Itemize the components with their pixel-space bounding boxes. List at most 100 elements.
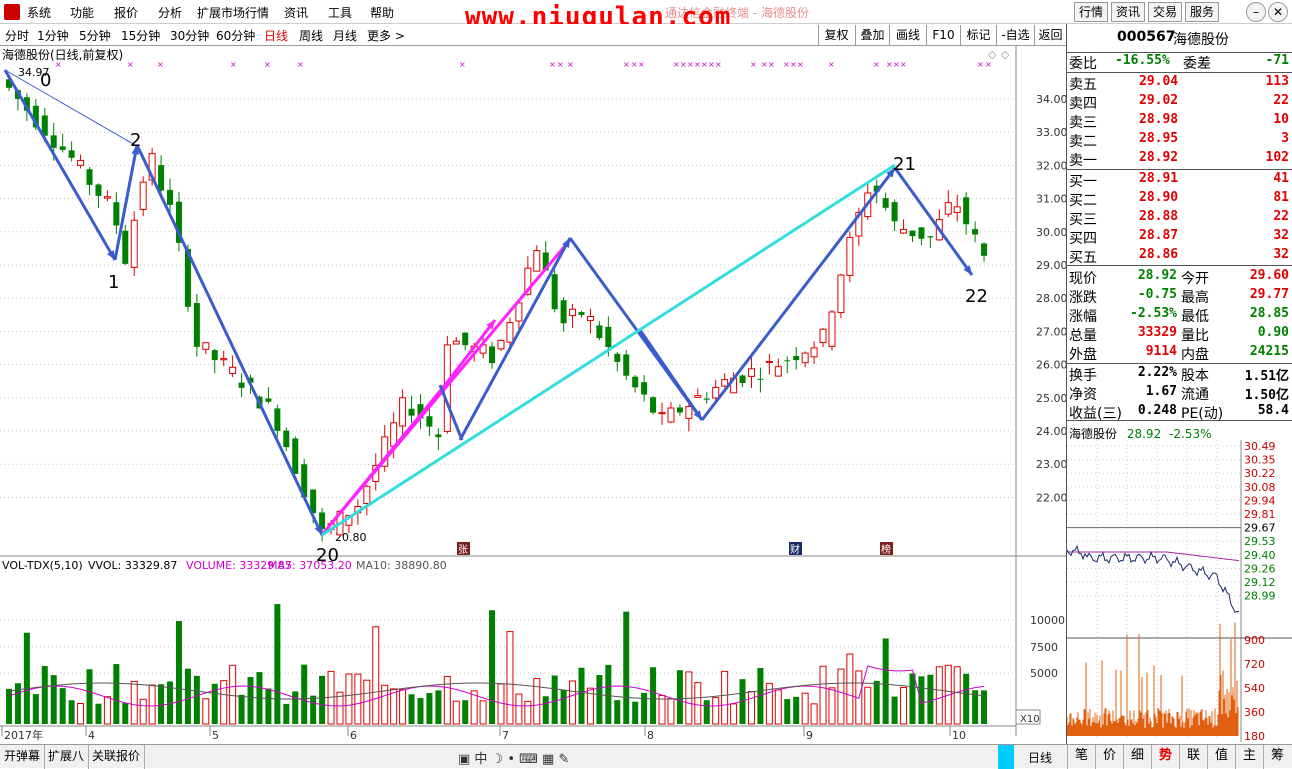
vol-bar-down	[560, 689, 567, 724]
right-tab-1[interactable]: 价	[1095, 745, 1123, 769]
vol-bar-up	[667, 698, 675, 725]
right-tab-0[interactable]: 笔	[1067, 745, 1095, 769]
day-button[interactable]: 日线	[1028, 749, 1052, 766]
period-button-4[interactable]: 标记	[960, 25, 996, 45]
period-6[interactable]: 日线	[264, 27, 288, 44]
signal-marker: ×	[977, 60, 984, 69]
menu-item-4[interactable]: 扩展市场行情	[197, 4, 269, 21]
vol-bar-down	[23, 632, 30, 724]
candle-down	[560, 300, 567, 324]
stat-value: 28.92	[1137, 268, 1177, 283]
menu-item-0[interactable]: 系统	[27, 4, 51, 21]
signal-marker: ×	[567, 60, 574, 69]
vol-legend-ma10: MA10: 38890.80	[356, 559, 447, 572]
stat2-label: 流通	[1181, 387, 1209, 403]
buy-row-2: 买三 28.88 22	[1067, 208, 1292, 228]
wave-label-21: 21	[893, 154, 916, 175]
menu-item-3[interactable]: 分析	[158, 4, 182, 21]
buy-row-4-label: 买五	[1069, 250, 1097, 266]
candle-down	[167, 189, 174, 205]
right-tab-3[interactable]: 势	[1151, 745, 1179, 769]
mini-price-tick: 30.35	[1244, 454, 1276, 467]
signal-marker: ×	[549, 60, 556, 69]
buy-row-0-price: 28.91	[1139, 171, 1179, 186]
price-tick: 34.00	[1036, 93, 1066, 106]
signal-marker: ×	[297, 60, 304, 69]
event-marker[interactable]: 榜	[881, 543, 891, 556]
vol-bar-down	[68, 700, 75, 724]
price-tick: 23.00	[1036, 458, 1066, 471]
buy-row-4: 买五 28.86 32	[1067, 246, 1292, 266]
vol-bar-up	[130, 680, 138, 725]
menu-item-6[interactable]: 工具	[328, 4, 352, 21]
menu-item-7[interactable]: 帮助	[370, 4, 394, 21]
close-button[interactable]: ✕	[1268, 2, 1288, 22]
event-marker[interactable]: 财	[790, 543, 800, 556]
bottom-left-tab-0[interactable]: 开弹幕	[0, 745, 46, 769]
mini-price-tick: 28.99	[1244, 590, 1276, 603]
vol-bar-down	[462, 700, 469, 724]
stat-value: -2.53%	[1130, 306, 1177, 321]
sell-row-0: 卖五 29.04 113	[1067, 73, 1292, 93]
vol-bar-up	[900, 686, 908, 725]
vol-bar-down	[623, 611, 630, 724]
top-button-1[interactable]: 资讯	[1111, 2, 1145, 22]
period-2[interactable]: 5分钟	[79, 27, 111, 44]
stat-label: 现价	[1069, 271, 1097, 287]
period-button-1[interactable]: 叠加	[855, 25, 889, 45]
period-button-3[interactable]: F10	[926, 25, 960, 45]
right-tab-4[interactable]: 联	[1179, 745, 1207, 769]
bottom-left-tab-1[interactable]: 扩展八	[44, 745, 90, 769]
stock-code: 000567	[1117, 29, 1176, 45]
right-tab-7[interactable]: 筹	[1263, 745, 1291, 769]
bottom-left-tab-2[interactable]: 关联报价	[88, 745, 146, 769]
buy-row-1-volume: 81	[1273, 190, 1289, 205]
app-icon[interactable]	[4, 4, 20, 20]
menu-item-1[interactable]: 功能	[70, 4, 94, 21]
vol-bar-down	[310, 695, 317, 724]
vol-bar-up	[515, 693, 523, 725]
kline-chart[interactable]: 34.00 33.00 32.00 31.00 30.00 29.00 28.00 27.00…	[0, 46, 1066, 744]
candle-up	[139, 181, 147, 210]
period-4[interactable]: 30分钟	[170, 27, 209, 44]
candle-down	[632, 376, 639, 388]
minimize-button[interactable]: –	[1246, 2, 1266, 22]
menu-item-5[interactable]: 资讯	[284, 4, 308, 21]
period-0[interactable]: 分时	[5, 27, 29, 44]
period-1[interactable]: 1分钟	[37, 27, 69, 44]
period-5[interactable]: 60分钟	[216, 27, 255, 44]
candle-down	[238, 382, 245, 388]
event-marker[interactable]: 张	[458, 544, 468, 556]
candle-up	[497, 339, 505, 350]
signal-marker: ×	[638, 60, 645, 69]
sell-row-4-price: 28.92	[1139, 150, 1179, 165]
sell-row-3-volume: 3	[1281, 131, 1289, 146]
period-button-5[interactable]: -自选	[996, 25, 1034, 45]
diamond-icon[interactable]: ◇	[1001, 48, 1010, 61]
top-button-3[interactable]: 服务	[1185, 2, 1219, 22]
buy-row-3: 买四 28.87 32	[1067, 227, 1292, 247]
wave-label-22: 22	[965, 286, 988, 307]
period-7[interactable]: 周线	[299, 27, 323, 44]
intraday-mini-chart[interactable]: 30.4930.3530.2230.0829.9429.8129.6729.53…	[1067, 440, 1292, 742]
period-8[interactable]: 月线	[333, 27, 357, 44]
period-9[interactable]: 更多 >	[367, 27, 405, 44]
vol-bar-up	[479, 700, 487, 725]
scroll-handle[interactable]	[998, 745, 1014, 769]
period-button-6[interactable]: 返回	[1034, 25, 1066, 45]
candle-down	[927, 236, 934, 238]
stat-label: 总量	[1069, 328, 1097, 344]
period-button-0[interactable]: 复权	[818, 25, 854, 45]
top-button-0[interactable]: 行情	[1074, 2, 1108, 22]
period-3[interactable]: 15分钟	[121, 27, 160, 44]
right-tab-5[interactable]: 值	[1207, 745, 1235, 769]
sell-row-2: 卖三 28.98 10	[1067, 111, 1292, 131]
top-button-2[interactable]: 交易	[1148, 2, 1182, 22]
vol-bar-down	[426, 692, 433, 724]
price-tick: 24.00	[1036, 425, 1066, 438]
right-tab-2[interactable]: 细	[1123, 745, 1151, 769]
period-button-2[interactable]: 画线	[889, 25, 926, 45]
menu-item-2[interactable]: 报价	[114, 4, 138, 21]
signal-marker: ×	[694, 60, 701, 69]
right-tab-6[interactable]: 主	[1235, 745, 1263, 769]
